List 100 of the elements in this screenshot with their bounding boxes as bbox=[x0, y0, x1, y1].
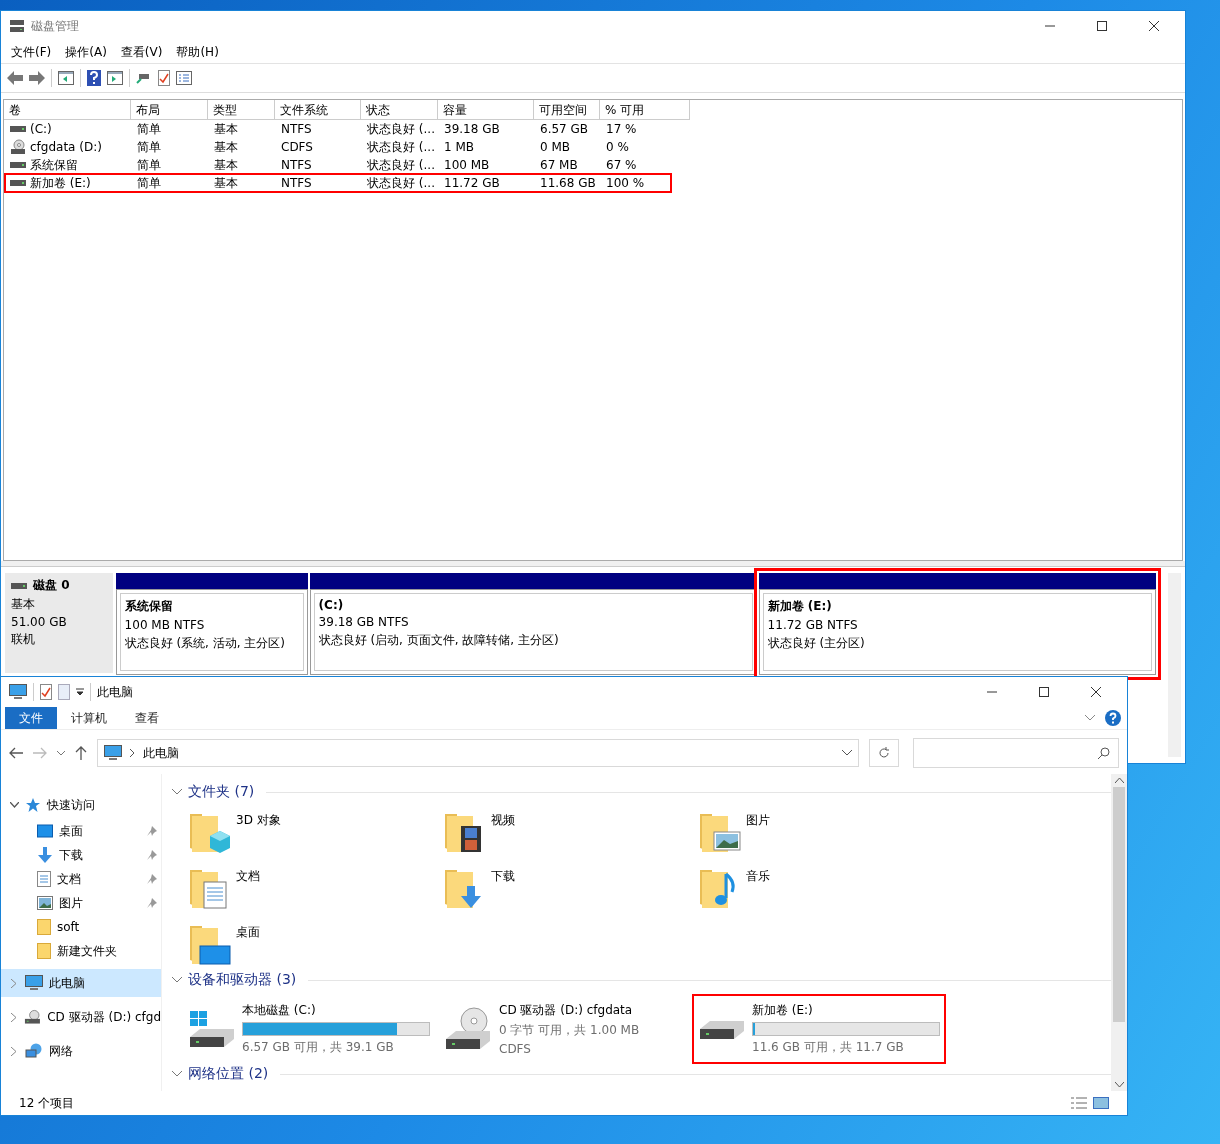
properties-icon[interactable] bbox=[176, 71, 192, 85]
nav-item[interactable]: 快速访问 bbox=[1, 791, 161, 819]
folder-item[interactable]: 音乐 bbox=[698, 866, 953, 910]
menu-item[interactable]: 帮助(H) bbox=[176, 43, 219, 61]
maximize-icon[interactable] bbox=[1039, 687, 1049, 697]
table-cell-text: 基本 bbox=[213, 138, 239, 156]
volume-name: (C:) bbox=[30, 122, 52, 136]
table-cell-text: 状态良好 (... bbox=[366, 120, 436, 138]
cd-drive-icon bbox=[24, 1009, 42, 1025]
back-arrow-icon[interactable] bbox=[7, 71, 23, 85]
back-arrow-icon[interactable] bbox=[9, 747, 23, 759]
group-header[interactable]: 设备和驱动器 (3) bbox=[172, 970, 1111, 990]
partition-name: (C:) bbox=[318, 598, 345, 612]
nav-item[interactable]: CD 驱动器 (D:) cfgd bbox=[1, 1003, 161, 1031]
help-icon[interactable] bbox=[87, 70, 101, 86]
volume-name: 新加卷 (E:) bbox=[30, 174, 91, 192]
folder-item[interactable]: 下载 bbox=[443, 866, 698, 910]
table-cell-text: 0 MB bbox=[539, 139, 572, 156]
scroll-up-icon[interactable] bbox=[1114, 778, 1124, 783]
computer-icon bbox=[104, 745, 122, 761]
table-cell-text: 67 MB bbox=[539, 157, 579, 174]
ribbon-tab[interactable]: 文件 bbox=[5, 706, 57, 730]
partition-name: 系统保留 bbox=[124, 598, 174, 615]
disk-name: 磁盘 0 bbox=[33, 577, 70, 594]
window-title: 磁盘管理 bbox=[31, 17, 79, 35]
pin-icon[interactable] bbox=[147, 898, 157, 908]
drive-item[interactable]: CD 驱动器 (D:) cfgdata 0 字节 可用，共 1.00 MB CDFS bbox=[439, 996, 689, 1062]
volume-name: cfgdata (D:) bbox=[30, 140, 102, 154]
table-cell-text: NTFS bbox=[280, 157, 313, 174]
folder-item[interactable]: 文档 bbox=[188, 866, 443, 910]
nav-item[interactable]: 文档 bbox=[1, 867, 161, 891]
drive-item[interactable]: 本地磁盘 (C:) 6.57 GB 可用，共 39.1 GB bbox=[184, 996, 434, 1062]
nav-item[interactable]: soft bbox=[1, 915, 161, 939]
checklist-icon[interactable] bbox=[40, 684, 52, 700]
column-header[interactable]: 容量 bbox=[438, 100, 534, 120]
column-header[interactable]: % 可用 bbox=[600, 100, 690, 120]
column-header[interactable]: 文件系统 bbox=[275, 100, 361, 120]
column-header[interactable]: 类型 bbox=[208, 100, 275, 120]
table-row[interactable]: 系统保留 简单 基本 NTFS 状态良好 (... 100 MB 67 MB 67 % bbox=[5, 156, 671, 174]
search-field[interactable] bbox=[913, 738, 1119, 768]
pin-icon[interactable] bbox=[147, 874, 157, 884]
help-icon[interactable] bbox=[1105, 710, 1121, 726]
menu-item[interactable]: 操作(A) bbox=[65, 43, 107, 61]
nav-item[interactable]: 此电脑 bbox=[1, 969, 161, 997]
forward-arrow-icon[interactable] bbox=[29, 71, 45, 85]
maximize-icon[interactable] bbox=[1097, 21, 1107, 31]
chevron-down-icon[interactable] bbox=[57, 750, 65, 756]
nav-item[interactable]: 下载 bbox=[1, 843, 161, 867]
table-cell-text: 简单 bbox=[136, 120, 162, 138]
group-header[interactable]: 网络位置 (2) bbox=[172, 1064, 1111, 1084]
table-cell-text: 基本 bbox=[213, 120, 239, 138]
chevron-right-icon[interactable] bbox=[10, 1012, 17, 1022]
panel-icon[interactable] bbox=[58, 71, 74, 85]
chevron-down-icon[interactable] bbox=[9, 802, 19, 808]
chevron-right-icon[interactable] bbox=[11, 978, 17, 988]
pin-icon[interactable] bbox=[147, 850, 157, 860]
ribbon-tab[interactable]: 查看 bbox=[121, 706, 173, 730]
dropdown-caret-icon[interactable] bbox=[76, 688, 84, 696]
table-cell-text: 100 MB bbox=[443, 157, 491, 174]
drive-item[interactable]: 新加卷 (E:) 11.6 GB 可用，共 11.7 GB bbox=[694, 996, 944, 1062]
menu-item[interactable]: 文件(F) bbox=[11, 43, 52, 61]
folder-item[interactable]: 桌面 bbox=[188, 922, 443, 966]
group-header[interactable]: 文件夹 (7) bbox=[172, 782, 1111, 802]
menu-item[interactable]: 查看(V) bbox=[120, 43, 163, 61]
scroll-down-icon[interactable] bbox=[1114, 1082, 1124, 1087]
refresh-button[interactable] bbox=[869, 739, 899, 767]
disk-management-icon bbox=[9, 19, 25, 33]
ribbon-tab[interactable]: 计算机 bbox=[57, 706, 121, 730]
drive-caption: CDFS bbox=[499, 1042, 532, 1056]
table-row[interactable]: 新加卷 (E:) 简单 基本 NTFS 状态良好 (... 11.72 GB 11.68 GB 100 % bbox=[5, 174, 671, 192]
folder-item[interactable]: 3D 对象 bbox=[188, 810, 443, 854]
close-icon[interactable] bbox=[1149, 21, 1159, 31]
connect-drive-icon[interactable] bbox=[136, 71, 152, 85]
chevron-down-icon[interactable] bbox=[842, 750, 852, 756]
pin-icon[interactable] bbox=[147, 826, 157, 836]
nav-item[interactable]: 新建文件夹 bbox=[1, 939, 161, 963]
nav-item[interactable]: 图片 bbox=[1, 891, 161, 915]
nav-item[interactable]: 网络 bbox=[1, 1037, 161, 1065]
table-row[interactable]: cfgdata (D:) 简单 基本 CDFS 状态良好 (... 1 MB 0 MB 0 % bbox=[5, 138, 671, 156]
column-header[interactable]: 布局 bbox=[131, 100, 208, 120]
column-header[interactable]: 卷 bbox=[4, 100, 131, 120]
search-icon bbox=[1098, 747, 1110, 759]
drive-name: CD 驱动器 (D:) cfgdata bbox=[499, 1002, 634, 1019]
address-bar[interactable]: 此电脑 bbox=[97, 739, 859, 767]
drive-icon bbox=[10, 179, 26, 187]
up-arrow-icon[interactable] bbox=[75, 746, 87, 760]
folder-item[interactable]: 图片 bbox=[698, 810, 953, 854]
partition-size: 39.18 GB NTFS bbox=[318, 615, 410, 629]
column-header[interactable]: 可用空间 bbox=[534, 100, 600, 120]
nav-item[interactable]: 桌面 bbox=[1, 819, 161, 843]
chevron-down-icon[interactable] bbox=[1085, 715, 1095, 721]
table-row[interactable]: (C:) 简单 基本 NTFS 状态良好 (... 39.18 GB 6.57 GB 17 % bbox=[5, 120, 671, 138]
large-icons-view-icon[interactable] bbox=[1093, 1097, 1109, 1109]
scrollbar[interactable] bbox=[1111, 774, 1127, 1091]
close-icon[interactable] bbox=[1091, 687, 1101, 697]
checklist-icon[interactable] bbox=[158, 70, 170, 86]
folder-item[interactable]: 视频 bbox=[443, 810, 698, 854]
panel-icon[interactable] bbox=[107, 71, 123, 85]
column-header[interactable]: 状态 bbox=[361, 100, 438, 120]
chevron-right-icon[interactable] bbox=[11, 1046, 17, 1056]
